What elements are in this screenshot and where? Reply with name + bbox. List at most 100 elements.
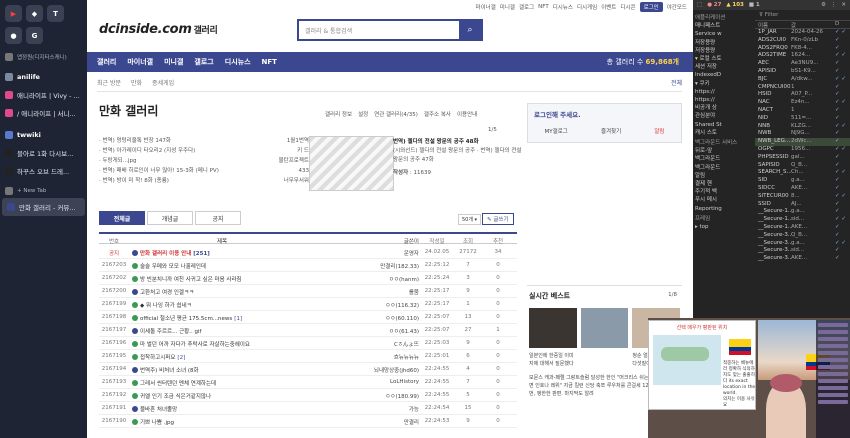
error-count[interactable]: ● 27 [707, 2, 721, 8]
chrome-icon[interactable]: ● [5, 27, 22, 44]
nav-item[interactable]: 미니갤 [164, 57, 183, 67]
cookie-row[interactable]: SAPISID Q_B... ✓ [755, 162, 850, 170]
best-image-1[interactable] [529, 308, 577, 348]
cookie-row[interactable]: NACT 1 ✓ [755, 107, 850, 115]
ranking-item[interactable]: · 번역) 아가레이디 타오리2 (지성 우주다) 키 드 [99, 146, 309, 156]
cookie-row[interactable]: SID g.a... ✓ [755, 177, 850, 185]
app-tree-item[interactable]: 매니페스트 [695, 22, 755, 30]
table-row[interactable]: 2167193 그레서 씬터텐던 멘체 연계하는데 LoLHistory 22:24:… [99, 376, 517, 389]
elements-icon[interactable]: ⬚ [697, 2, 702, 8]
cookie-row[interactable]: ADS2CUI0 FKn-0/zLb ✓ [755, 37, 850, 45]
app-tree-item[interactable]: 백그라운드 [695, 164, 755, 172]
top-link[interactable]: 갤로그 [519, 3, 534, 11]
breadcrumb-item[interactable]: 최근 방문 [97, 78, 121, 87]
table-row[interactable]: 2167202 방 빈분치니까 여친 사귀고 싶은 마음 사라짐 ㅇㅇ(hanm) 2… [99, 272, 517, 285]
nav-item[interactable]: 갤러리 [97, 57, 116, 67]
issue-count[interactable]: ■ 1 [749, 2, 760, 8]
top-link[interactable]: 미니갤 [500, 3, 515, 11]
app-tree-item[interactable]: ▾ 쿠키 [695, 80, 755, 88]
table-row[interactable]: 2167199 ◆ 뭐 나잉 하가 쉽네ㅋ ㅇㅇ(116.32) 22:25:17 1 0 [99, 298, 517, 311]
cookie-row[interactable]: SSID AJ... ✓ [755, 201, 850, 209]
best-caption[interactable]: 일본인에 한중일 이미지에 대해서 질문했다 [529, 352, 577, 368]
post-writer[interactable]: ㅇㅇ(61.43) [341, 327, 419, 335]
site-logo[interactable]: dcinside.com 갤러리 [99, 22, 218, 37]
post-title[interactable]: ◆ 뭐 나잉 하가 쉽네ㅋ [132, 301, 312, 309]
post-writer[interactable]: 를뭄 [341, 288, 419, 296]
post-writer[interactable]: ㅇㅇ(180.99) [341, 392, 419, 400]
best-image-2[interactable] [580, 308, 629, 348]
app-tree-item[interactable]: 관심분야 [695, 112, 755, 120]
search-icon[interactable]: ⌕ [459, 21, 481, 39]
cookie-row[interactable]: __Secure-3... g.a... ✓ ✓ [755, 240, 850, 248]
cookie-row[interactable]: NWB NJ9G... ✓ [755, 130, 850, 138]
post-title[interactable]: 방 빈분치니까 여친 사귀고 싶은 마음 사라짐 [132, 275, 312, 283]
board-tab[interactable]: 개념글 [147, 211, 193, 225]
app-tree-item[interactable]: Service w [695, 30, 755, 38]
table-row[interactable]: 2167197 이세돌 주르르... 근황.. gif ㅇㅇ(61.43) 22:25… [99, 324, 517, 337]
gallery-menu-item[interactable]: 연관 갤러리(4/35) [374, 110, 418, 118]
tab-item[interactable]: 하꾸스 오브 드레... [0, 162, 87, 180]
cookie-row[interactable]: NWB_LEG... 2dWc... ✓ [755, 138, 850, 146]
more-icon[interactable]: ⋮ [831, 2, 837, 8]
app-tree-item[interactable]: 세션 저장 [695, 63, 755, 71]
table-row[interactable]: 2167192 귀엘 인기 조금 식은거같지않나 ㅇㅇ(180.99) 22:24:5… [99, 389, 517, 402]
best-caption[interactable] [581, 352, 629, 368]
cookie-row[interactable]: SITECUR00 8... ✓ ✓ [755, 193, 850, 201]
login-link[interactable]: MY갤로그 [545, 127, 568, 135]
cookie-row[interactable]: __Secure-1... g.a... ✓ [755, 208, 850, 216]
post-title[interactable]: 술술 우메와 모모 나홀레인데 [132, 262, 312, 270]
featured-pager[interactable]: 1/5 [488, 127, 497, 133]
app-tree-item[interactable]: 주기적 백 [695, 188, 755, 196]
nav-item[interactable]: 디시뉴스 [225, 57, 251, 67]
cookie-row[interactable]: __Secure-1... sid... ✓ ✓ [755, 216, 850, 224]
breadcrumb-item[interactable]: 종세게임 [152, 78, 174, 87]
gallery-menu-item[interactable]: 이용안내 [457, 110, 477, 118]
post-title[interactable]: 귀엘 인기 조금 식은거같지않나 [132, 392, 312, 400]
app-tree-item[interactable]: Reporting [695, 205, 755, 213]
app-tree-item[interactable]: 저장용량 [695, 47, 755, 55]
cookie-row[interactable]: AEC Ae3NU9... ✓ [755, 60, 850, 68]
post-writer[interactable]: 만결리(182.33) [341, 262, 419, 270]
app-tree-item[interactable]: ▸ top [695, 223, 755, 231]
comment-count[interactable]: [1] [234, 316, 242, 322]
youtube-icon[interactable]: ▶ [5, 5, 22, 22]
gear-icon[interactable]: ⚙ [821, 2, 826, 8]
post-writer[interactable]: ㅇㅇ(116.32) [341, 301, 419, 309]
post-writer[interactable]: LoLHistory [341, 379, 419, 385]
post-writer[interactable]: ㅇㅇ(hanm) [341, 275, 419, 283]
cookie-row[interactable]: SIDCC AKE... ✓ [755, 185, 850, 193]
post-writer[interactable]: 뇌내망상중(jhd60) [341, 366, 419, 374]
post-title[interactable]: 이세돌 주르르... 근황.. gif [132, 327, 312, 335]
tab-item[interactable]: 애니라이프 | Vivy - ... [0, 86, 87, 104]
app-tree-item[interactable]: 비공개 상 [695, 104, 755, 112]
cookie-row[interactable]: __Secure-3... Q_B... ✓ [755, 232, 850, 240]
tab-item[interactable]: 앱정원(디지타스캐니) [0, 50, 87, 64]
top-link[interactable]: 디시뉴스 [553, 3, 573, 11]
comment-count[interactable]: [2] [177, 355, 185, 361]
tab-item[interactable]: 블아로 1화 다시보... [0, 144, 87, 162]
app-tree-item[interactable]: https:// [695, 96, 755, 104]
app-tree-item[interactable]: 프레임 [695, 215, 755, 223]
cookie-row[interactable]: HSID A07_P... ✓ [755, 91, 850, 99]
close-icon[interactable]: ✕ [841, 2, 846, 8]
top-link[interactable]: 디시게임 [577, 3, 597, 11]
tab-item[interactable]: / 애니라이프 | 서니... [0, 104, 87, 122]
cookie-row[interactable]: 1P_JAR 2024-04-26 ✓ ✓ [755, 29, 850, 37]
table-row[interactable]: 2167200 고환처고 여경 인겔ㅋㅋ 를뭄 22:25:17 9 0 [99, 285, 517, 298]
post-writer[interactable]: 만결리 [341, 418, 419, 426]
board-tab[interactable]: 전체글 [99, 211, 145, 225]
cookie-row[interactable]: __Secure-1... AKE... ✓ [755, 224, 850, 232]
app-tree-item[interactable]: 뒤로-앞 [695, 147, 755, 155]
cookie-row[interactable]: OGPC 1956... ✓ ✓ [755, 146, 850, 154]
ranking-item[interactable]: · 두랑게되...jpg 물탄프로젝트 [99, 156, 309, 166]
app-tree-item[interactable]: ▾ 로컬 스토 [695, 55, 755, 63]
t-app-icon[interactable]: T [47, 5, 64, 22]
cookie-row[interactable]: SEARCH_S... Ch... ✓ ✓ [755, 169, 850, 177]
cookie-row[interactable]: NNB KLZG... ✓ ✓ [755, 123, 850, 131]
tab-item[interactable]: 만화 갤러리 - 커뮤... [2, 198, 85, 216]
ranking-item[interactable]: · 번역) 패배 히로인이 너무 많아! 15-3화 (메니 PV) 433 [99, 166, 309, 176]
breadcrumb-item[interactable]: 만화 [131, 78, 142, 87]
cookie-row[interactable]: ADS2FRQ0 FK8-4... ✓ [755, 45, 850, 53]
gallery-menu-item[interactable]: 설정 [358, 110, 368, 118]
best-pager[interactable]: 1/8 [668, 292, 677, 298]
